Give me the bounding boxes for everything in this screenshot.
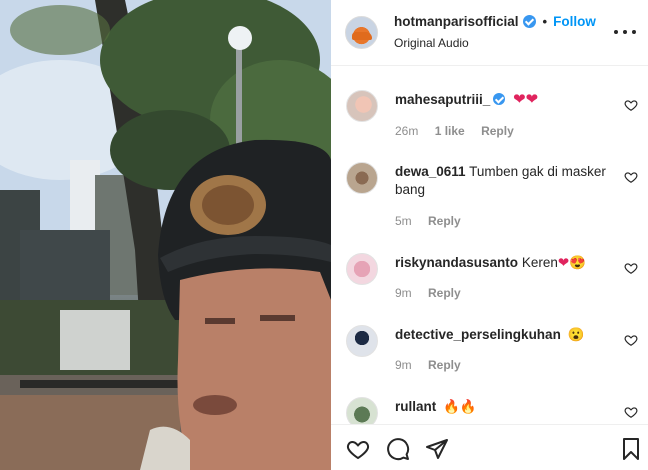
comment-time: 9m [395,358,412,372]
comment-like-heart-icon[interactable] [624,98,638,112]
post-header: hotmanparisofficial • Follow Original Au… [331,0,648,66]
video-scene [0,0,331,470]
comment-likes[interactable]: 1 like [435,124,465,138]
comment-like-heart-icon[interactable] [624,170,638,184]
separator-dot: • [542,14,548,29]
commenter-username[interactable]: riskynandasusanto [395,255,518,270]
comment-icon[interactable] [386,437,410,461]
heart-icon[interactable] [346,437,370,461]
post-side-panel: hotmanparisofficial • Follow Original Au… [331,0,648,470]
comment-time: 5m [395,214,412,228]
comment-like-heart-icon[interactable] [624,405,638,419]
comment-like-heart-icon[interactable] [624,261,638,275]
comment-emoji: ❤❤ [513,91,539,108]
commenter-avatar[interactable] [346,325,378,357]
author-avatar[interactable] [345,16,378,49]
commenter-username: mahesaputriii_ [395,92,509,107]
commenter-avatar[interactable] [346,90,378,122]
commenter-avatar[interactable] [346,253,378,285]
audio-label[interactable]: Original Audio [394,36,469,50]
comment-like-heart-icon[interactable] [624,333,638,347]
reply-button[interactable]: Reply [428,358,461,372]
reply-button[interactable]: Reply [428,286,461,300]
reply-button[interactable]: Reply [481,124,514,138]
reel-video-frame[interactable] [0,0,331,470]
commenter-username[interactable]: dewa_0611 [395,164,466,179]
follow-button[interactable]: Follow [553,14,596,29]
comment-time: 9m [395,286,412,300]
reply-button[interactable]: Reply [428,214,461,228]
commenter-username[interactable]: rullant [395,399,436,414]
comment-text: Keren [521,255,558,270]
share-icon[interactable] [425,437,449,461]
commenter-avatar[interactable] [346,162,378,194]
verified-badge-icon [522,15,536,28]
post-action-bar [331,424,648,470]
comment-emoji: 🔥🔥 [443,399,477,414]
comment-time: 26m [395,124,419,138]
more-options-icon[interactable] [614,22,636,42]
comment-emoji: 😮 [567,327,585,342]
comment-emoji: ❤😍 [557,255,586,270]
bookmark-icon[interactable] [619,437,643,461]
author-username[interactable]: hotmanparisofficial [394,14,519,29]
commenter-username[interactable]: detective_perselingkuhan [395,327,561,342]
verified-badge-icon [493,93,506,105]
